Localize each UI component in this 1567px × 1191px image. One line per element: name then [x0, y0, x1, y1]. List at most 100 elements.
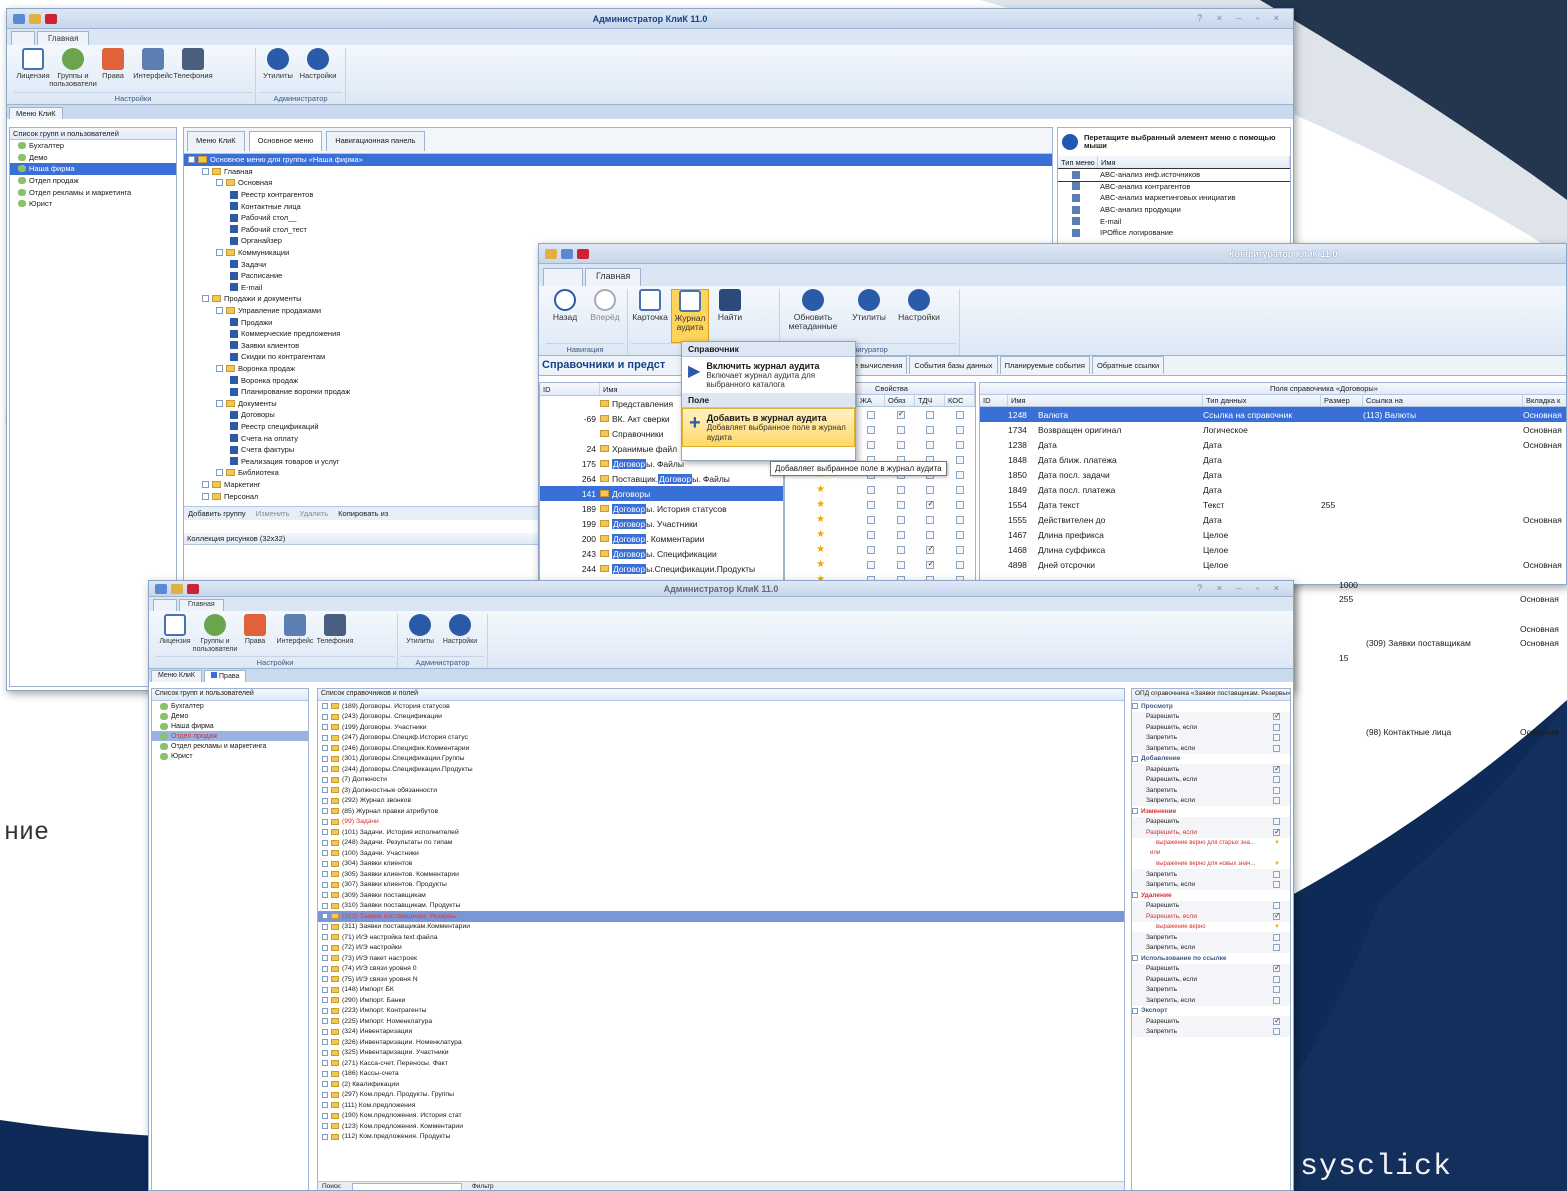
- home-tab-icon[interactable]: [11, 31, 35, 45]
- checkbox[interactable]: [1273, 797, 1280, 805]
- expand-icon[interactable]: [322, 1112, 328, 1119]
- rights-option[interactable]: Запретить: [1132, 732, 1290, 743]
- catalog-item[interactable]: (312) Заявки поставщикам. Резервы: [318, 911, 1124, 922]
- checkbox[interactable]: [1273, 975, 1280, 983]
- collapse-icon[interactable]: [1132, 808, 1138, 815]
- condition-expression[interactable]: выражение верно для новых знач... ▼: [1132, 859, 1290, 870]
- expand-icon[interactable]: [322, 913, 328, 920]
- card-button[interactable]: Карточка: [631, 289, 669, 343]
- tab-main[interactable]: Главная: [585, 268, 642, 286]
- rights-button[interactable]: Права: [94, 48, 132, 92]
- expand-icon[interactable]: [322, 881, 328, 888]
- menu-tree-item[interactable]: Рабочий стол_тест: [184, 224, 1052, 236]
- catalog-item[interactable]: (101) Задачи. История исполнителей: [318, 827, 1124, 838]
- rights-option[interactable]: Разрешить, если: [1132, 911, 1290, 922]
- table-row[interactable]: 189 Договор ы. История статусов: [540, 501, 783, 516]
- catalog-item[interactable]: (243) Договоры. Спецификации: [318, 712, 1124, 723]
- condition-expression[interactable]: выражение верно ▼: [1132, 922, 1290, 933]
- expand-icon[interactable]: [322, 1018, 328, 1025]
- catalog-item[interactable]: (112) Ком.предложения. Продукты: [318, 1132, 1124, 1143]
- expand-icon[interactable]: [202, 480, 209, 488]
- quick-access-toolbar[interactable]: [149, 583, 199, 594]
- checkbox[interactable]: [956, 440, 965, 449]
- catalog-item[interactable]: (148) Импорт БК: [318, 985, 1124, 996]
- settings-button[interactable]: Настройки: [299, 48, 337, 92]
- checkbox[interactable]: [926, 499, 935, 509]
- table-row[interactable]: 1554 Дата текст Текст 255: [980, 497, 1566, 512]
- license-button[interactable]: Лицензия: [156, 614, 194, 656]
- menu-tree-item[interactable]: Главная: [184, 166, 1052, 178]
- rights-option[interactable]: Разрешить: [1132, 963, 1290, 974]
- list-item[interactable]: Бухгалтер: [10, 140, 176, 152]
- catalog-item[interactable]: (190) Ком.предложения. История стат: [318, 1111, 1124, 1122]
- expand-icon[interactable]: [322, 1060, 328, 1067]
- checkbox[interactable]: [896, 425, 905, 434]
- expand-icon[interactable]: [202, 295, 209, 303]
- list-item[interactable]: Отдел продаж: [152, 731, 308, 741]
- expand-icon[interactable]: [322, 934, 328, 941]
- checkbox[interactable]: [926, 485, 935, 494]
- table-row[interactable]: (98) Контактные лица Основная: [1294, 724, 1559, 739]
- list-item[interactable]: Наша фирма: [152, 721, 308, 731]
- table-row[interactable]: (309) Заявки поставщикам Основная: [1294, 635, 1559, 650]
- checkbox[interactable]: [1273, 902, 1280, 910]
- home-tab-icon[interactable]: [543, 268, 583, 286]
- rights-option[interactable]: Запретить: [1132, 984, 1290, 995]
- checkbox[interactable]: [1273, 818, 1280, 826]
- list-item[interactable]: ABC-анализ маркетинговых инициатив: [1058, 192, 1290, 204]
- rights-option[interactable]: Запретить: [1132, 869, 1290, 880]
- expand-icon[interactable]: [322, 955, 328, 962]
- interface-button[interactable]: Интерфейс: [276, 614, 314, 656]
- rights-option[interactable]: Запретить, если: [1132, 743, 1290, 754]
- table-row[interactable]: 4898 Дней отсрочки Целое Основная: [980, 557, 1566, 572]
- catalog-item[interactable]: (3) Должностные обязанности: [318, 785, 1124, 796]
- checkbox[interactable]: [956, 530, 965, 539]
- catalog-item[interactable]: (307) Заявки клиентов. Продукты: [318, 880, 1124, 891]
- search-input[interactable]: [351, 1182, 462, 1190]
- catalog-item[interactable]: (199) Договоры. Участники: [318, 722, 1124, 733]
- rights-option[interactable]: Разрешить: [1132, 711, 1290, 722]
- collapse-icon[interactable]: [1132, 1007, 1138, 1014]
- groups-users-button[interactable]: Группы и пользователи: [49, 48, 97, 92]
- catalog-item[interactable]: (99) Задачи: [318, 817, 1124, 828]
- rights-section[interactable]: Изменение: [1132, 806, 1290, 817]
- expand-icon[interactable]: [322, 1091, 328, 1098]
- expand-icon[interactable]: [322, 923, 328, 930]
- rights-option[interactable]: Разрешить, если: [1132, 974, 1290, 985]
- expand-icon[interactable]: [322, 797, 328, 804]
- catalog-item[interactable]: (305) Заявки клиентов. Комментарии: [318, 869, 1124, 880]
- menu-tree-item[interactable]: Основная: [184, 177, 1052, 189]
- rights-option[interactable]: Запретить, если: [1132, 942, 1290, 953]
- table-row[interactable]: 141 Договоры: [540, 486, 783, 501]
- expand-icon[interactable]: [322, 724, 328, 731]
- checkbox[interactable]: [896, 560, 905, 569]
- table-row[interactable]: 1000: [1294, 577, 1520, 592]
- table-row[interactable]: 1848 Дата ближ. платежа Дата: [980, 452, 1566, 467]
- catalog-item[interactable]: (246) Договоры.Специфик.Комментарии: [318, 743, 1124, 754]
- expand-icon[interactable]: [322, 818, 328, 825]
- catalog-item[interactable]: (271) Касса-счет. Переносы. Факт: [318, 1058, 1124, 1069]
- table-row[interactable]: 1849 Дата посл. платежа Дата: [980, 482, 1566, 497]
- expand-icon[interactable]: [322, 1123, 328, 1130]
- table-row[interactable]: 1468 Длина суффикса Целое: [980, 542, 1566, 557]
- table-row[interactable]: 1734 Возвращен оригинал Логическое Основная: [980, 422, 1566, 437]
- utilities-button[interactable]: Утилиты: [401, 614, 439, 656]
- checkbox[interactable]: [1273, 933, 1280, 941]
- forward-button[interactable]: Вперёд: [586, 289, 624, 343]
- checkbox[interactable]: [956, 425, 965, 434]
- table-row[interactable]: Основная: [1294, 621, 1559, 636]
- list-item[interactable]: ABC-анализ инф.источников: [1058, 168, 1290, 182]
- expand-icon[interactable]: [322, 1102, 328, 1109]
- table-row[interactable]: 264 Поставщик. Договор ы. Файлы: [540, 471, 783, 486]
- expand-icon[interactable]: [322, 902, 328, 909]
- catalog-item[interactable]: (311) Заявки поставщикам.Комментарии: [318, 922, 1124, 933]
- checkbox[interactable]: [867, 440, 876, 449]
- catalog-item[interactable]: (123) Ком.предложения. Комментарии: [318, 1121, 1124, 1132]
- expand-icon[interactable]: [322, 1133, 328, 1140]
- expand-icon[interactable]: [322, 839, 328, 846]
- rights-section[interactable]: Экспорт: [1132, 1006, 1290, 1017]
- expand-icon[interactable]: [202, 492, 209, 500]
- list-item[interactable]: Бухгалтер: [152, 701, 308, 711]
- list-item[interactable]: Демо: [10, 152, 176, 164]
- expand-icon[interactable]: [322, 986, 328, 993]
